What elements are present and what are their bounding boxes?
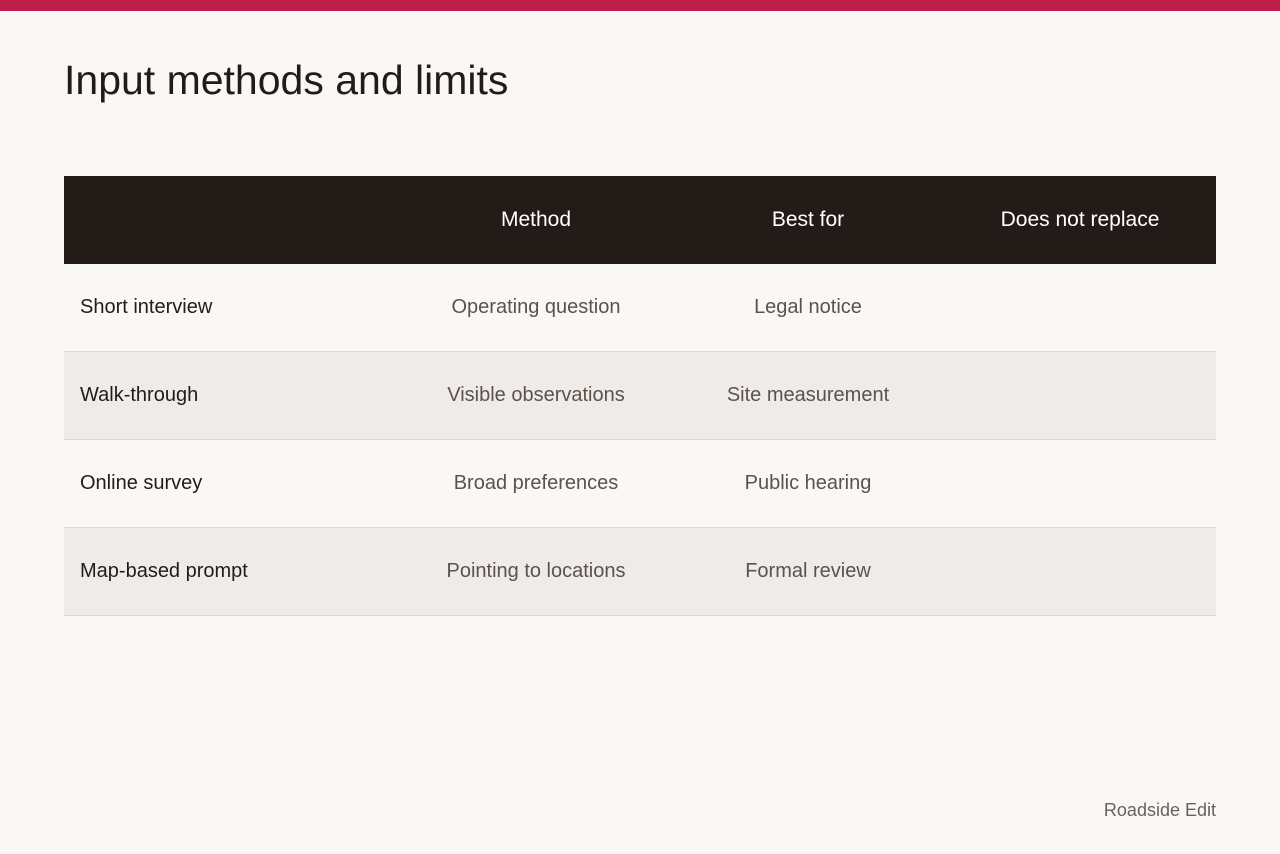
table-header-row: Method Best for Does not replace	[64, 176, 1216, 264]
methods-table: Method Best for Does not replace Short i…	[64, 176, 1216, 616]
footer-brand: Roadside Edit	[1103, 800, 1216, 820]
top-accent-bar	[0, 0, 1280, 11]
method-cell: Broad preferences	[453, 472, 619, 494]
row-label: Walk-through	[80, 384, 199, 406]
best-for-cell: Formal review	[745, 560, 871, 582]
header-cell-does-not-replace: Does not replace	[1000, 208, 1160, 231]
method-cell: Pointing to locations	[446, 560, 626, 582]
table-row: Map-based prompt Pointing to locations F…	[64, 528, 1216, 616]
table-row: Online survey Broad preferences Public h…	[64, 440, 1216, 528]
best-for-cell: Site measurement	[726, 384, 890, 406]
page-title: Input methods and limits	[64, 57, 509, 103]
row-label: Map-based prompt	[80, 560, 248, 582]
table-row: Short interview Operating question Legal…	[64, 264, 1216, 352]
row-label: Online survey	[80, 472, 203, 494]
table-row: Walk-through Visible observations Site m…	[64, 352, 1216, 440]
method-cell: Visible observations	[447, 384, 625, 406]
method-cell: Operating question	[451, 296, 621, 318]
best-for-cell: Legal notice	[754, 296, 862, 318]
best-for-cell: Public hearing	[744, 472, 872, 494]
row-label: Short interview	[80, 296, 213, 318]
header-cell-method: Method	[500, 208, 572, 231]
header-cell-best-for: Best for	[771, 208, 845, 231]
